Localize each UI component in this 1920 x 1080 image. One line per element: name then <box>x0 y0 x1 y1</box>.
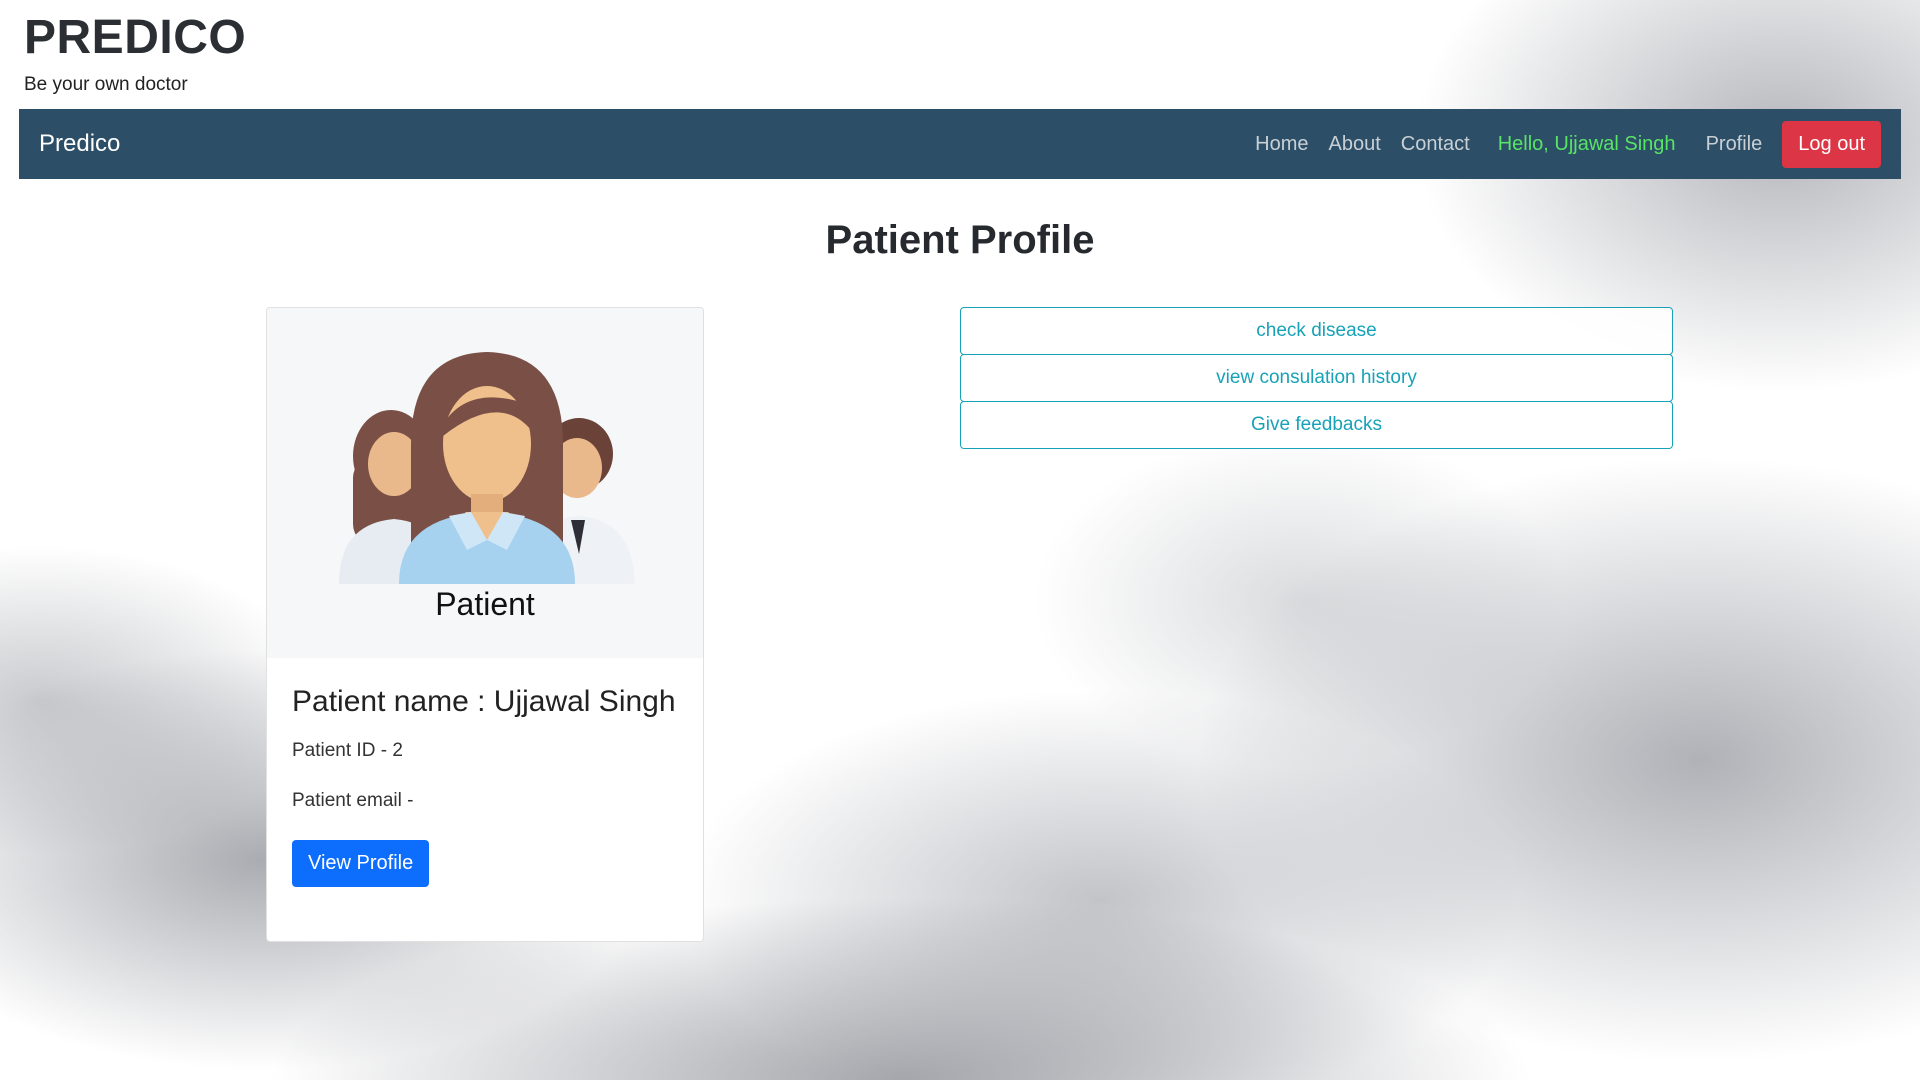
view-profile-button[interactable]: View Profile <box>292 840 430 887</box>
patient-name: Patient name : Ujjawal Singh <box>292 685 676 718</box>
patient-illustration: Patient <box>267 308 703 658</box>
logout-button[interactable]: Log out <box>1782 120 1881 168</box>
page-title: Patient Profile <box>825 218 1095 262</box>
patient-id: Patient ID - 2 <box>292 740 403 761</box>
navbar-links: Home About Contact Hello, Ujjawal Singh … <box>1245 109 1901 179</box>
navbar-brand[interactable]: Predico <box>39 130 120 158</box>
navbar: Predico Home About Contact Hello, Ujjawa… <box>19 109 1901 179</box>
give-feedback-button[interactable]: Give feedbacks <box>960 401 1673 449</box>
nav-link-contact[interactable]: Contact <box>1391 133 1480 156</box>
patients-group-icon <box>339 352 635 584</box>
action-list: check disease view consulation history G… <box>960 307 1673 449</box>
patient-email: Patient email - <box>292 790 414 811</box>
patient-card: Patient Patient name : Ujjawal Singh Pat… <box>266 307 704 942</box>
site-tagline: Be your own doctor <box>24 74 188 95</box>
nav-link-about[interactable]: About <box>1318 133 1390 156</box>
card-body: Patient name : Ujjawal Singh Patient ID … <box>267 658 703 913</box>
site-title: PREDICO <box>24 11 247 64</box>
site-header: PREDICO Be your own doctor <box>24 6 246 96</box>
consultation-history-button[interactable]: view consulation history <box>960 354 1673 402</box>
nav-link-home[interactable]: Home <box>1245 133 1318 156</box>
nav-link-profile[interactable]: Profile <box>1696 133 1773 156</box>
check-disease-button[interactable]: check disease <box>960 307 1673 355</box>
user-greeting: Hello, Ujjawal Singh <box>1497 132 1676 155</box>
image-caption: Patient <box>435 586 535 622</box>
